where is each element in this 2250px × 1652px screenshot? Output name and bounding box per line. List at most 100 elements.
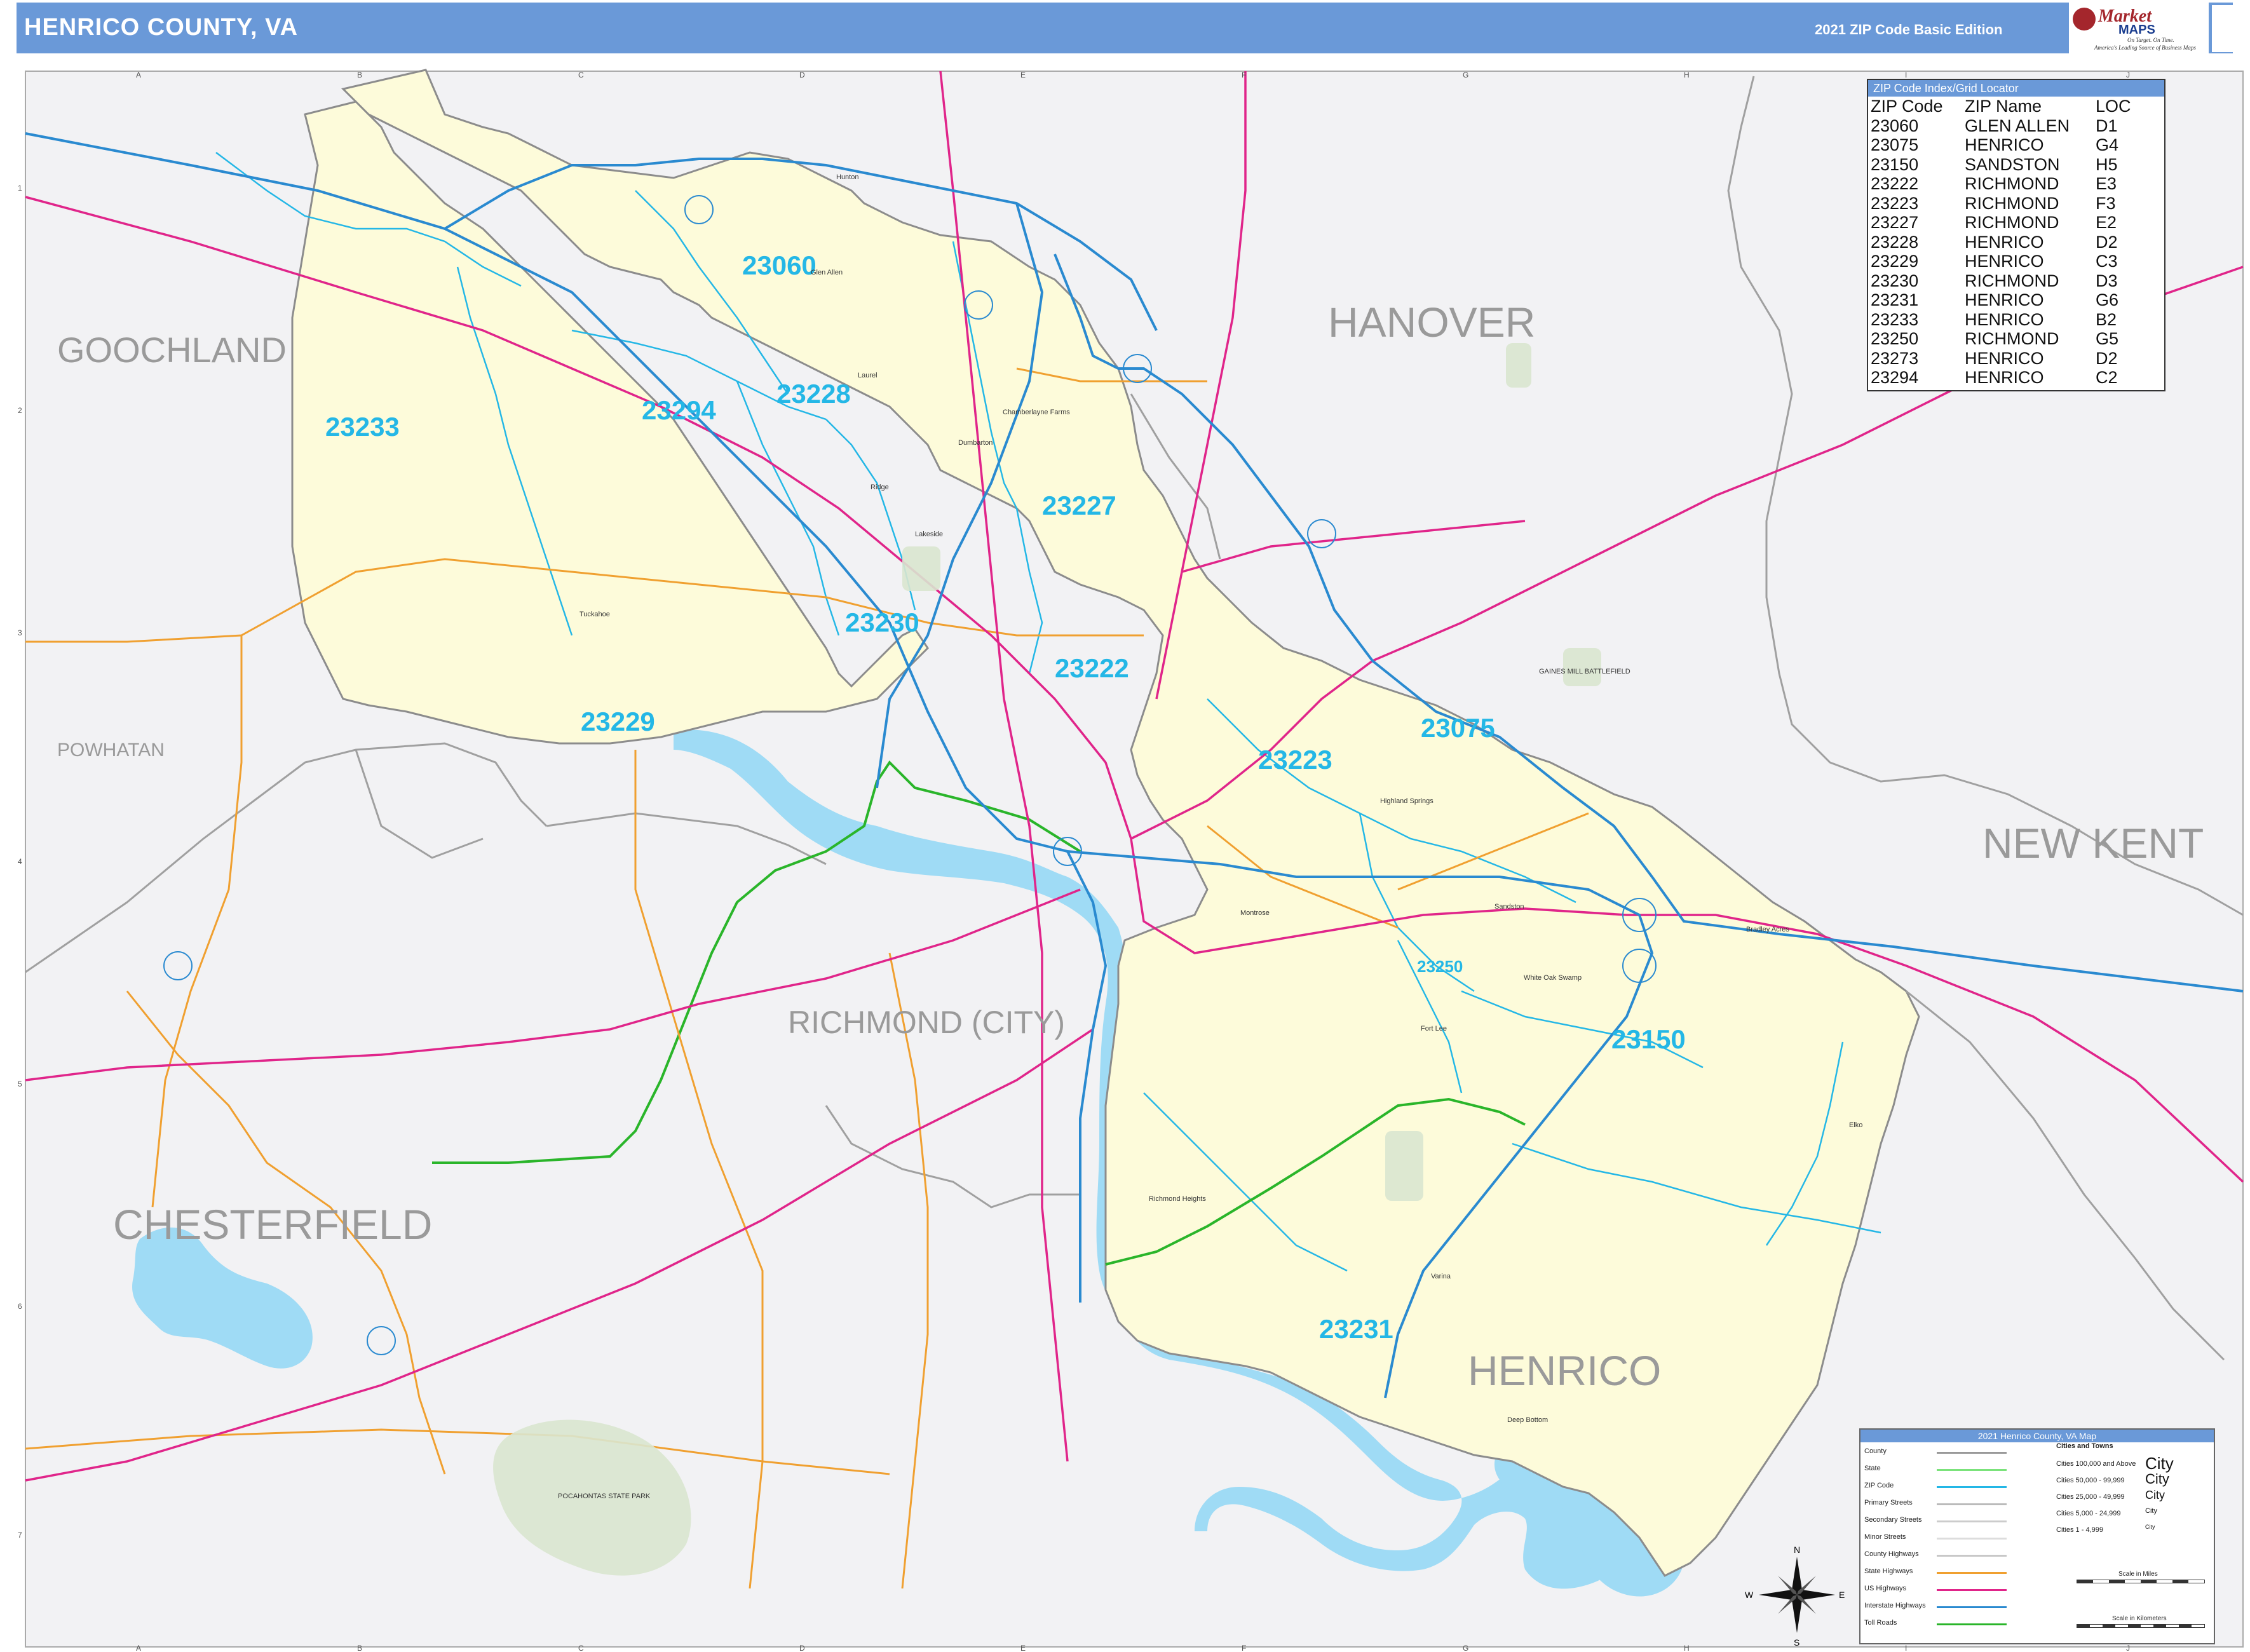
zip-loc-cell: C3 bbox=[2096, 252, 2118, 271]
scale-miles-label: Scale in Miles bbox=[2118, 1571, 2158, 1578]
zip-label-23223: 23223 bbox=[1258, 745, 1332, 775]
legend-city-sample: City bbox=[2145, 1453, 2174, 1473]
svg-text:Elko: Elko bbox=[1849, 1121, 1862, 1129]
zip-name-cell: RICHMOND bbox=[1965, 329, 2059, 348]
zip-code-cell: 23294 bbox=[1871, 368, 1919, 387]
legend-item-swatch bbox=[1937, 1503, 2007, 1505]
legend-cities-title: Cities and Towns bbox=[2056, 1442, 2113, 1450]
svg-text:6: 6 bbox=[18, 1302, 22, 1311]
logo-badge-icon bbox=[2073, 8, 2096, 30]
county-label-new-kent: NEW KENT bbox=[1982, 820, 2204, 867]
svg-text:A: A bbox=[136, 71, 141, 79]
svg-text:Laurel: Laurel bbox=[858, 372, 878, 379]
zip-label-23150: 23150 bbox=[1611, 1024, 1686, 1054]
svg-text:I: I bbox=[1905, 1644, 1907, 1652]
legend-item-swatch bbox=[1937, 1486, 2007, 1488]
legend-city-class-label: Cities 25,000 - 49,999 bbox=[2056, 1493, 2125, 1501]
legend-item-swatch bbox=[1937, 1520, 2007, 1522]
map-title: HENRICO COUNTY, VA bbox=[24, 14, 299, 41]
legend-city-class-label: Cities 5,000 - 24,999 bbox=[2056, 1510, 2121, 1517]
legend-item-swatch bbox=[1937, 1538, 2007, 1540]
legend-item-swatch bbox=[1937, 1589, 2007, 1591]
svg-text:Lakeside: Lakeside bbox=[915, 531, 943, 538]
legend-item-label: Interstate Highways bbox=[1864, 1602, 1926, 1609]
zip-index-row: 23273 HENRICO D2 bbox=[1871, 349, 2135, 369]
zip-loc-cell: G6 bbox=[2096, 290, 2119, 309]
zip-index-row: 23075 HENRICO G4 bbox=[1871, 135, 2135, 155]
svg-text:Fort Lee: Fort Lee bbox=[1421, 1025, 1447, 1032]
legend-item-swatch bbox=[1937, 1572, 2007, 1574]
zip-loc-cell: B2 bbox=[2096, 309, 2117, 329]
legend-item-label: Secondary Streets bbox=[1864, 1516, 1922, 1524]
zip-code-cell: 23228 bbox=[1871, 232, 1919, 252]
legend-item-label: State Highways bbox=[1864, 1567, 1913, 1575]
svg-text:J: J bbox=[2126, 1644, 2130, 1652]
zip-index-row: 23230 RICHMOND D3 bbox=[1871, 271, 2135, 291]
svg-text:Hunton: Hunton bbox=[836, 173, 858, 181]
svg-text:B: B bbox=[357, 71, 362, 79]
county-label-richmond-city: RICHMOND (CITY) bbox=[788, 1005, 1065, 1040]
svg-text:F: F bbox=[1242, 71, 1246, 79]
map-legend: 2021 Henrico County, VA Map County State Z… bbox=[1859, 1428, 2215, 1644]
county-label-goochland: GOOCHLAND bbox=[57, 330, 287, 370]
legend-item-label: ZIP Code bbox=[1864, 1482, 1894, 1489]
legend-item-label: Toll Roads bbox=[1864, 1619, 1897, 1627]
zip-code-cell: 23075 bbox=[1871, 135, 1919, 154]
zip-loc-cell: H5 bbox=[2096, 154, 2118, 174]
svg-text:E: E bbox=[1839, 1590, 1845, 1600]
svg-text:I: I bbox=[1905, 71, 1907, 79]
zip-index-row: 23222 RICHMOND E3 bbox=[1871, 174, 2135, 194]
zip-index-row: 23294 HENRICO C2 bbox=[1871, 368, 2135, 388]
svg-text:POCAHONTAS STATE PARK: POCAHONTAS STATE PARK bbox=[558, 1493, 651, 1500]
zip-loc-cell: G4 bbox=[2096, 135, 2119, 154]
zip-index-row: 23223 RICHMOND F3 bbox=[1871, 194, 2135, 213]
svg-text:N: N bbox=[1794, 1545, 1800, 1555]
zip-name-cell: GLEN ALLEN bbox=[1965, 116, 2070, 135]
zip-loc-cell: G5 bbox=[2096, 329, 2119, 348]
svg-text:C: C bbox=[578, 1644, 584, 1652]
zip-loc-cell: D2 bbox=[2096, 232, 2118, 252]
svg-text:D: D bbox=[799, 71, 805, 79]
zip-label-23294: 23294 bbox=[642, 395, 716, 425]
zip-loc-cell: F3 bbox=[2096, 193, 2116, 213]
legend-city-sample: City bbox=[2145, 1488, 2165, 1501]
svg-text:4: 4 bbox=[18, 857, 22, 866]
zip-index-header-row: ZIP Code ZIP Name LOC bbox=[1871, 97, 2131, 116]
zip-label-23227: 23227 bbox=[1042, 491, 1116, 520]
zip-name-cell: HENRICO bbox=[1965, 348, 2044, 368]
zip-code-cell: 23223 bbox=[1871, 193, 1919, 213]
svg-text:E: E bbox=[1020, 1644, 1026, 1652]
zip-code-cell: 23060 bbox=[1871, 116, 1919, 135]
zip-code-cell: 23273 bbox=[1871, 348, 1919, 368]
svg-text:Bradley Acres: Bradley Acres bbox=[1746, 926, 1789, 933]
zip-index-row: 23227 RICHMOND E2 bbox=[1871, 213, 2135, 233]
svg-text:White Oak Swamp: White Oak Swamp bbox=[1524, 974, 1582, 982]
svg-text:Ridge: Ridge bbox=[871, 484, 889, 491]
zip-name-cell: RICHMOND bbox=[1965, 193, 2059, 213]
legend-city-sample: City bbox=[2145, 1524, 2155, 1531]
zip-name-cell: RICHMOND bbox=[1965, 271, 2059, 290]
svg-text:F: F bbox=[1242, 1644, 1246, 1652]
legend-item-swatch bbox=[1937, 1623, 2007, 1625]
svg-text:H: H bbox=[1684, 71, 1690, 79]
svg-text:Deep Bottom: Deep Bottom bbox=[1507, 1416, 1548, 1424]
legend-item-label: US Highways bbox=[1864, 1585, 1907, 1592]
zip-loc-cell: C2 bbox=[2096, 368, 2118, 387]
legend-item-label: County Highways bbox=[1864, 1550, 1919, 1558]
scale-km-bar bbox=[2077, 1624, 2205, 1628]
county-label-chesterfield: CHESTERFIELD bbox=[113, 1201, 432, 1248]
zip-name-cell: HENRICO bbox=[1965, 135, 2044, 154]
legend-item-swatch bbox=[1937, 1452, 2007, 1454]
scale-miles-bar bbox=[2077, 1580, 2205, 1583]
zip-name-cell: RICHMOND bbox=[1965, 213, 2059, 232]
county-label-henrico: HENRICO bbox=[1468, 1347, 1661, 1394]
svg-text:Chamberlayne Farms: Chamberlayne Farms bbox=[1003, 409, 1070, 416]
svg-text:Highland Springs: Highland Springs bbox=[1380, 797, 1433, 805]
zip-index-row: 23250 RICHMOND G5 bbox=[1871, 329, 2135, 349]
county-label-hanover: HANOVER bbox=[1328, 299, 1535, 346]
legend-city-class-label: Cities 100,000 and Above bbox=[2056, 1460, 2136, 1468]
zip-loc-cell: D3 bbox=[2096, 271, 2118, 290]
svg-text:A: A bbox=[136, 1644, 141, 1652]
svg-text:W: W bbox=[1745, 1590, 1754, 1600]
zip-label-23230: 23230 bbox=[845, 607, 919, 637]
